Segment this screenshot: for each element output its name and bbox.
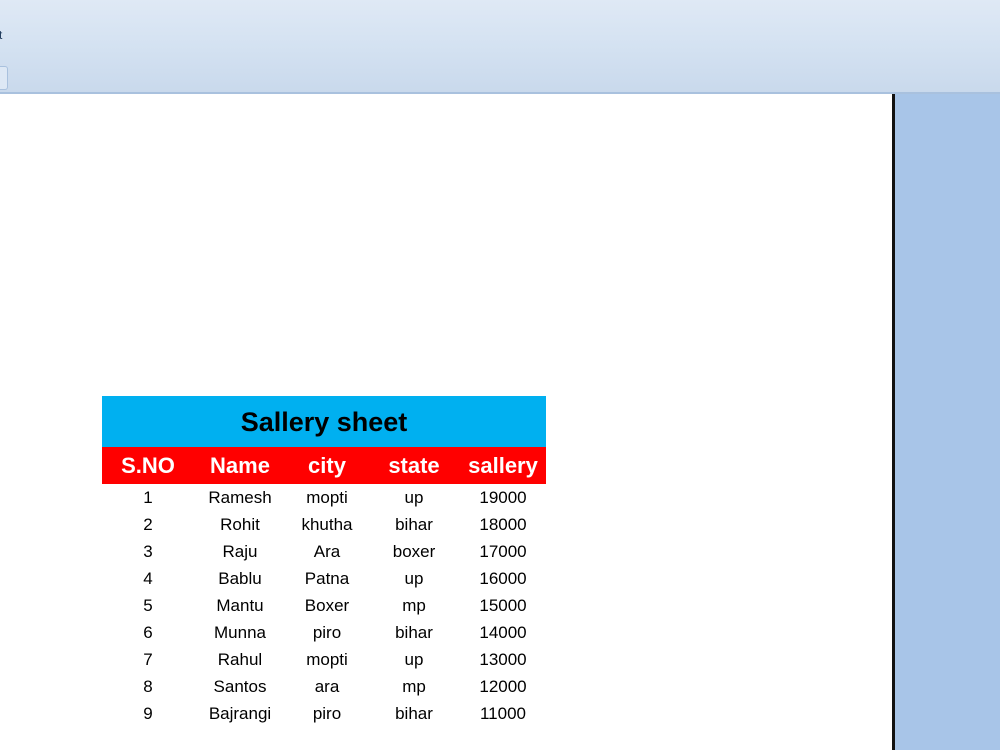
cell-name: Bajrangi	[208, 703, 272, 723]
cell-sno: 8	[143, 676, 153, 696]
cell-sno: 4	[143, 568, 153, 588]
table-row: 9 Bajrangi piro bihar 11000	[102, 700, 546, 727]
ribbon-group-edge[interactable]	[0, 66, 8, 90]
cell-name: Rohit	[220, 514, 260, 534]
cell-sallery: 12000	[479, 676, 527, 696]
ribbon-command-label[interactable]: t	[0, 28, 2, 42]
sallery-sheet-table: Sallery sheet S.NO Name city state salle…	[102, 396, 546, 727]
cell-city: piro	[312, 703, 342, 723]
cell-city: mopti	[306, 649, 348, 669]
table-row: 4 Bablu Patna up 16000	[102, 565, 546, 592]
cell-city: ara	[314, 676, 340, 696]
cell-sallery: 16000	[479, 568, 527, 588]
ribbon-bar: t	[0, 0, 1000, 94]
cell-sallery: 11000	[479, 703, 526, 723]
column-header-name: Name	[194, 447, 286, 484]
table-row: 2 Rohit khutha bihar 18000	[102, 511, 546, 538]
cell-sallery: 18000	[479, 514, 527, 534]
cell-name: Santos	[213, 676, 267, 696]
cell-name: Ramesh	[208, 487, 272, 507]
cell-city: Boxer	[304, 595, 350, 615]
cell-state: up	[404, 487, 424, 507]
cell-sno: 5	[143, 595, 153, 615]
cell-state: mp	[402, 676, 426, 696]
cell-sallery: 19000	[479, 487, 527, 507]
cell-sno: 2	[143, 514, 153, 534]
cell-sallery: 13000	[479, 649, 527, 669]
cell-state: mp	[402, 595, 426, 615]
sheet-title: Sallery sheet	[102, 396, 546, 447]
cell-sno: 6	[143, 622, 153, 642]
cell-sallery: 14000	[479, 622, 527, 642]
cell-state: up	[404, 649, 424, 669]
table-row: 1 Ramesh mopti up 19000	[102, 484, 546, 511]
cell-name: Bablu	[218, 568, 262, 588]
table-row: 8 Santos ara mp 12000	[102, 673, 546, 700]
cell-state: boxer	[392, 541, 436, 561]
cell-name: Rahul	[217, 649, 263, 669]
cell-city: khutha	[301, 514, 353, 534]
workspace-background	[895, 94, 1000, 750]
cell-city: piro	[312, 622, 342, 642]
table-row: 7 Rahul mopti up 13000	[102, 646, 546, 673]
table-row: 6 Munna piro bihar 14000	[102, 619, 546, 646]
document-page[interactable]: Sallery sheet S.NO Name city state salle…	[0, 94, 892, 750]
column-header-sallery: sallery	[460, 447, 546, 484]
cell-name: Mantu	[216, 595, 264, 615]
cell-city: mopti	[306, 487, 348, 507]
table-row: 3 Raju Ara boxer 17000	[102, 538, 546, 565]
header-row: S.NO Name city state sallery	[102, 447, 546, 484]
cell-name: Raju	[222, 541, 258, 561]
cell-city: Patna	[304, 568, 350, 588]
cell-sno: 3	[143, 541, 153, 561]
cell-city: Ara	[313, 541, 341, 561]
cell-sno: 7	[143, 649, 153, 669]
cell-state: bihar	[395, 514, 433, 534]
cell-sallery: 15000	[479, 595, 527, 615]
table-row: 5 Mantu Boxer mp 15000	[102, 592, 546, 619]
cell-name: Munna	[214, 622, 266, 642]
column-header-state: state	[368, 447, 460, 484]
cell-sno: 1	[143, 487, 153, 507]
data-table: S.NO Name city state sallery 1 Ramesh mo…	[102, 447, 546, 727]
cell-state: bihar	[395, 622, 433, 642]
cell-state: up	[404, 568, 424, 588]
column-header-sno: S.NO	[102, 447, 194, 484]
cell-sno: 9	[143, 703, 153, 723]
cell-sallery: 17000	[479, 541, 527, 561]
cell-state: bihar	[395, 703, 433, 723]
column-header-city: city	[286, 447, 368, 484]
